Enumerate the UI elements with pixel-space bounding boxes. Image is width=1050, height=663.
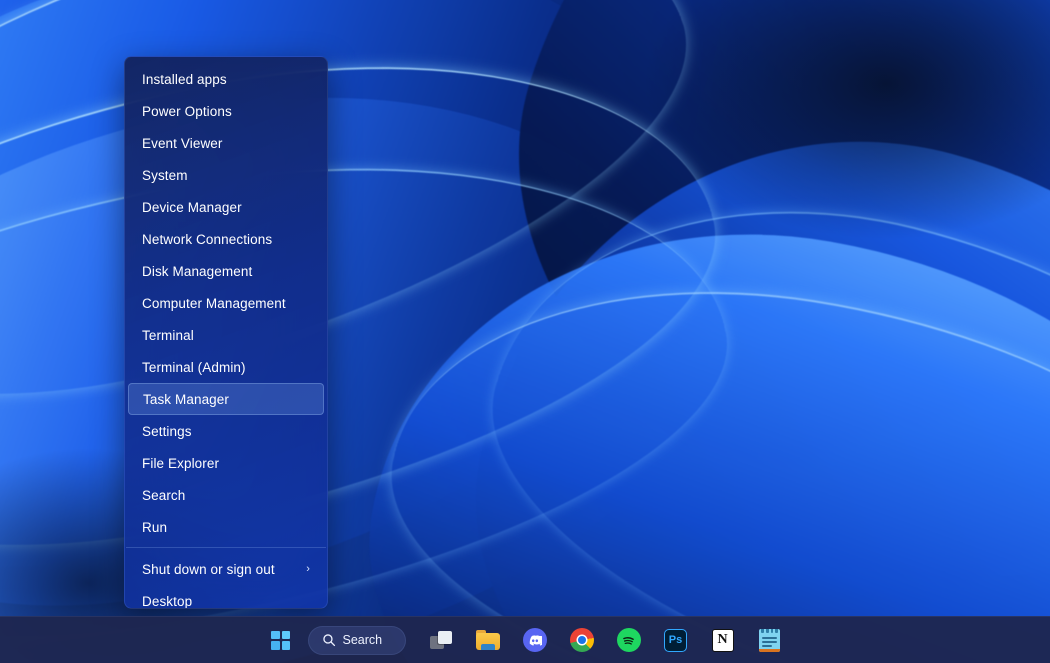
task-view-icon (429, 631, 452, 649)
notion-button[interactable]: N (703, 620, 743, 660)
folder-icon (475, 630, 500, 650)
notion-icon: N (711, 628, 734, 652)
wallpaper-shadow (550, 0, 1050, 300)
menu-item-label: Terminal (142, 327, 194, 343)
taskbar[interactable]: Search Ps N (0, 616, 1050, 663)
menu-item-terminal[interactable]: Terminal (128, 319, 324, 351)
menu-item-shut-down-or-sign-out[interactable]: Shut down or sign out › (128, 553, 324, 585)
menu-item-label: Task Manager (143, 391, 229, 407)
menu-item-label: Search (142, 487, 186, 503)
menu-item-label: Shut down or sign out (142, 561, 275, 577)
menu-item-label: Event Viewer (142, 135, 223, 151)
start-button[interactable] (261, 620, 301, 660)
menu-item-run[interactable]: Run (128, 511, 324, 543)
menu-item-label: File Explorer (142, 455, 220, 471)
spotify-button[interactable] (609, 620, 649, 660)
menu-item-label: Desktop (142, 593, 193, 609)
menu-item-disk-management[interactable]: Disk Management (128, 255, 324, 287)
menu-item-label: Disk Management (142, 263, 253, 279)
menu-item-settings[interactable]: Settings (128, 415, 324, 447)
desktop-screen: Installed apps Power Options Event Viewer S… (0, 0, 1050, 663)
menu-item-label: Installed apps (142, 71, 227, 87)
quick-link-menu[interactable]: Installed apps Power Options Event Viewer S… (124, 56, 328, 609)
menu-item-power-options[interactable]: Power Options (128, 95, 324, 127)
discord-icon (522, 628, 547, 652)
menu-item-system[interactable]: System (128, 159, 324, 191)
file-explorer-button[interactable] (468, 620, 508, 660)
menu-item-terminal-admin[interactable]: Terminal (Admin) (128, 351, 324, 383)
menu-item-label: Network Connections (142, 231, 273, 247)
chevron-right-icon: › (306, 562, 310, 575)
menu-item-label: Power Options (142, 103, 232, 119)
chrome-icon (569, 628, 594, 652)
menu-item-network-connections[interactable]: Network Connections (128, 223, 324, 255)
menu-item-label: Computer Management (142, 295, 286, 311)
search-box[interactable]: Search (307, 625, 406, 655)
spotify-waves (623, 636, 634, 645)
menu-item-label: Terminal (Admin) (142, 359, 246, 375)
spotify-icon (616, 628, 641, 652)
menu-item-event-viewer[interactable]: Event Viewer (128, 127, 324, 159)
menu-item-label: Settings (142, 423, 192, 439)
windows-logo-icon (271, 630, 290, 650)
notepad-button[interactable] (750, 620, 790, 660)
menu-item-device-manager[interactable]: Device Manager (128, 191, 324, 223)
task-view-button[interactable] (421, 620, 461, 660)
menu-item-label: Run (142, 519, 168, 535)
menu-item-computer-management[interactable]: Computer Management (128, 287, 324, 319)
notepad-icon (759, 628, 780, 652)
photoshop-icon: Ps (664, 628, 687, 652)
menu-item-task-manager[interactable]: Task Manager (128, 383, 324, 415)
search-label: Search (342, 633, 383, 647)
search-icon (322, 634, 335, 647)
photoshop-button[interactable]: Ps (656, 620, 696, 660)
menu-item-search[interactable]: Search (128, 479, 324, 511)
menu-separator (126, 547, 326, 548)
discord-button[interactable] (515, 620, 555, 660)
menu-item-desktop[interactable]: Desktop (128, 585, 324, 609)
chrome-button[interactable] (562, 620, 602, 660)
taskbar-center-group: Search Ps N (261, 620, 790, 660)
menu-item-label: Device Manager (142, 199, 242, 215)
menu-item-installed-apps[interactable]: Installed apps (128, 63, 324, 95)
menu-item-file-explorer[interactable]: File Explorer (128, 447, 324, 479)
menu-item-label: System (142, 167, 188, 183)
